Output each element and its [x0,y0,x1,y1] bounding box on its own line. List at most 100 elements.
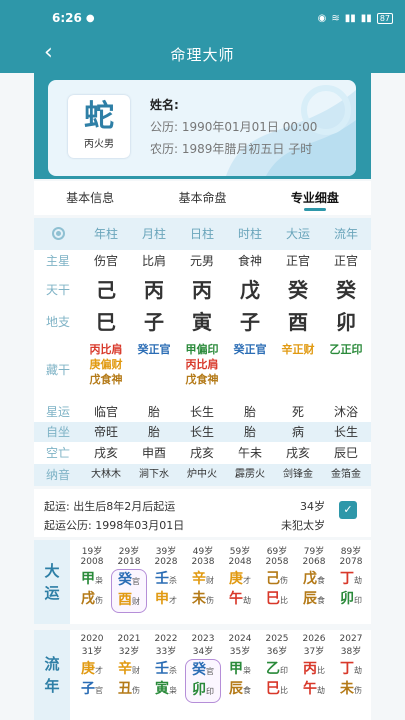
branch-god: 食 [243,686,251,695]
page-title: 命理大师 [170,46,235,64]
branch-char: 午 [229,591,243,607]
dayun-pillar: 辛财未伤 [185,569,221,611]
back-button[interactable]: ‹ [44,40,53,65]
liunian-track: 流年 2020 31岁 庚才 子官 2021 32岁 辛财 丑伤 2022 33岁 壬杀 寅枭 2023… [34,630,371,720]
stem-char: 辛 [118,661,132,677]
dayun-column[interactable]: 19岁 2008 甲枭 戌伤 [74,544,110,611]
stem-char: 壬 [155,661,169,677]
void-cell: 戌亥 [285,446,310,460]
liunian-branch: 子官 [74,680,110,700]
col-hour: 时柱 [237,227,262,241]
stem-god: 食 [317,576,325,585]
dayun-branch: 未伤 [185,590,221,610]
liunian-age: 34岁 [192,647,214,657]
liunian-age: 36岁 [266,647,288,657]
liunian-column[interactable]: 2027 38岁 丁劫 未伤 [333,634,369,701]
zodiac-sign: 蛇 [84,99,114,134]
branch-god: 财 [132,597,140,606]
app-header: 6:26 ● ◉ ≋ ▮▮ ▮▮ 87 ‹ 命理大师 [0,0,405,73]
col-day: 日柱 [189,227,214,241]
liunian-column[interactable]: 2024 35岁 甲枭 辰食 [222,634,258,701]
eye-icon: ◉ [317,12,327,24]
branch-god: 印 [206,687,214,696]
stem-char: 癸 [192,662,206,678]
liunian-branch: 寅枭 [148,680,184,700]
stem-god: 劫 [354,576,362,585]
dayun-column[interactable]: 49岁 2038 辛财 未伤 [185,544,221,611]
branch-god: 才 [169,596,177,605]
branch-cell: 子 [240,310,260,334]
stem-cell: 癸 [336,278,356,302]
dayun-column[interactable]: 59岁 2048 庚才 午劫 [222,544,258,611]
branch-cell: 子 [144,310,164,334]
dayun-age: 29岁 [118,547,140,557]
dayun-pillar: 甲枭 戌伤 [74,569,110,611]
dayun-age: 19岁 [81,547,103,557]
liunian-age: 37岁 [303,647,325,657]
dayun-branch: 卯印 [333,590,369,610]
row-label: 自坐 [45,425,70,439]
tab-pro-chart[interactable]: 专业细盘 [259,181,371,215]
liunian-branch: 未伤 [333,680,369,700]
liunian-column[interactable]: 2023 34岁 癸官 卯印 [185,634,221,703]
branch-god: 伤 [132,686,140,695]
settings-icon[interactable] [34,218,82,250]
liunian-year: 2027 [339,634,363,644]
solar-date: 公历: 1990年01月01日 00:00 [150,120,318,134]
liunian-label-text: 流年 [44,655,60,695]
liunian-pillar: 乙印 巳比 [259,659,295,701]
tab-basic-chart[interactable]: 基本命盘 [146,181,258,215]
dayun-column[interactable]: 89岁 2078 丁劫 卯印 [333,544,369,611]
hidden-cell: 辛正财 [274,342,322,398]
branch-char: 辰 [303,591,317,607]
hidden-stem: 戊食神 [89,373,123,386]
stem-char: 壬 [155,571,169,587]
void-cell: 戌亥 [189,446,214,460]
row-stem: 天干 己 丙 丙 戊 癸 癸 [34,274,371,306]
branch-god: 比 [280,686,288,695]
liunian-stem: 乙印 [259,660,295,680]
tab-bar: 基本信息 基本命盘 专业细盘 [34,181,371,215]
col-year: 年柱 [93,227,118,241]
stem-god: 才 [95,666,103,675]
main-star-cell: 比肩 [141,254,166,268]
dayun-pillar: 己伤 巳比 [259,569,295,611]
liunian-age: 38岁 [340,647,362,657]
hidden-cell: 丙比肩 庚偏财 戊食神 [82,342,130,398]
branch-cell: 酉 [288,310,308,334]
stem-cell: 丙 [144,278,164,302]
branch-god: 印 [354,596,362,605]
liunian-column[interactable]: 2020 31岁 庚才 子官 [74,634,110,701]
liunian-column[interactable]: 2022 33岁 壬杀 寅枭 [148,634,184,701]
row-label: 星运 [45,405,70,419]
branch-char: 酉 [118,592,132,608]
calendar-icon[interactable]: ✓ [339,501,357,519]
dayun-column[interactable]: 79岁 2068 戊食 辰食 [296,544,332,611]
branch-char: 未 [192,591,206,607]
liunian-year: 2023 [191,634,215,644]
dayun-stem: 癸官 [112,571,146,591]
liunian-column[interactable]: 2021 32岁 辛财 丑伤 [111,634,147,701]
stem-char: 辛 [192,571,206,587]
self-seat-cell: 胎 [243,425,256,439]
stem-god: 财 [206,576,214,585]
row-void: 空亡 戌亥 申酉 戌亥 午未 戌亥 辰巳 [34,442,371,464]
stem-char: 丁 [340,571,354,587]
tab-basic-info[interactable]: 基本信息 [34,181,146,215]
self-seat-cell: 胎 [147,425,160,439]
dayun-column[interactable]: 69岁 2058 己伤 巳比 [259,544,295,611]
liunian-column[interactable]: 2026 37岁 丙比 午劫 [296,634,332,701]
liunian-column[interactable]: 2025 36岁 乙印 巳比 [259,634,295,701]
branch-char: 申 [155,591,169,607]
row-label: 纳音 [45,468,70,482]
stem-cell: 戊 [240,278,260,302]
dayun-column[interactable]: 39岁 2028 壬杀 申才 [148,544,184,611]
dayun-column[interactable]: 29岁 2018 癸官 酉财 [111,544,147,613]
liunian-pillar: 丙比 午劫 [296,659,332,701]
stem-god: 枭 [243,666,251,675]
dayun-pillar: 癸官 酉财 [111,569,147,613]
branch-char: 未 [340,681,354,697]
dayun-age: 39岁 [155,547,177,557]
hidden-stem: 辛正财 [281,343,315,356]
stem-char: 庚 [229,571,243,587]
